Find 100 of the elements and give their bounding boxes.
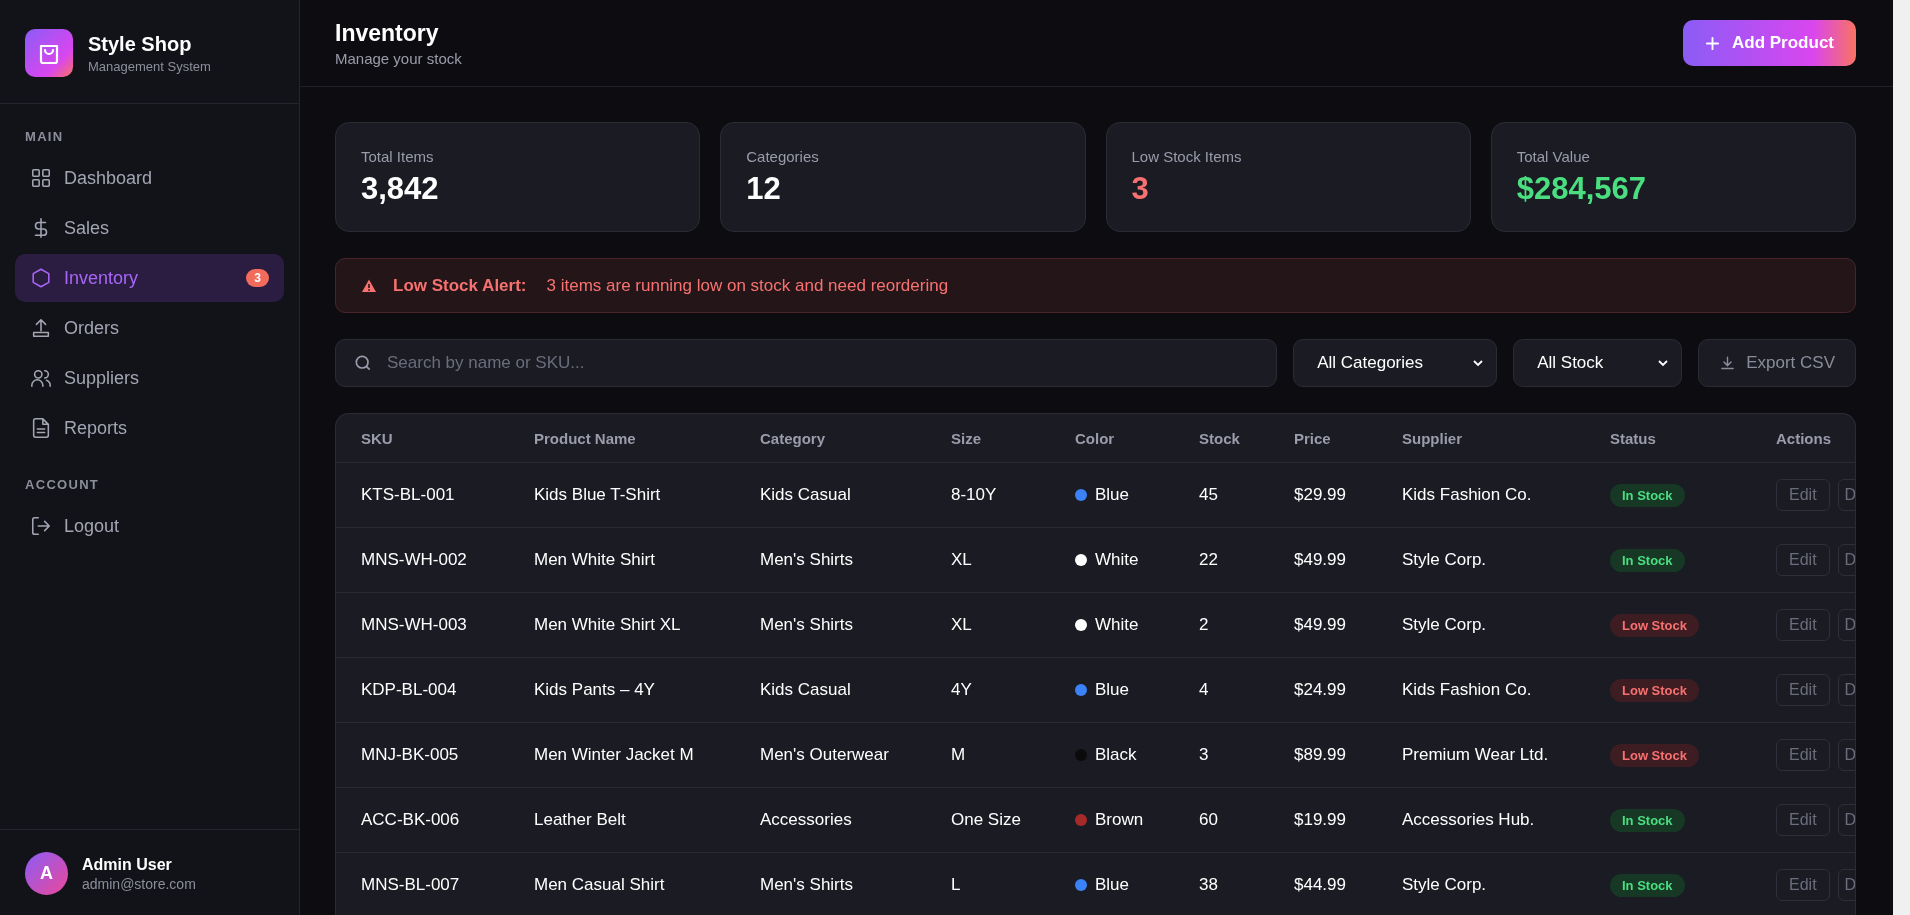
row-action-button[interactable]: D — [1837, 674, 1855, 706]
status-badge: In Stock — [1610, 548, 1685, 572]
user-name: Admin User — [82, 855, 173, 874]
user-email: admin@store.com — [82, 875, 196, 892]
table-cell: XL — [951, 550, 972, 569]
section-heading: MAIN — [24, 128, 65, 146]
table-cell: Men's Shirts — [760, 550, 853, 569]
column-header: Actions — [1776, 429, 1831, 447]
page-subtitle: Manage your stock — [335, 49, 462, 67]
status-badge: Low Stock — [1610, 743, 1699, 767]
edit-button[interactable]: Edit — [1776, 804, 1830, 836]
row-action-button[interactable]: D — [1837, 609, 1855, 641]
table-cell: $49.99 — [1294, 550, 1346, 569]
row-action-button[interactable]: D — [1837, 479, 1855, 511]
search-field[interactable]: Search by name or SKU... — [335, 339, 1278, 387]
table-cell: MNS-BL-007 — [361, 875, 460, 894]
table-cell: 60 — [1199, 810, 1218, 829]
row-action-button[interactable]: D — [1837, 869, 1855, 901]
sidebar-item[interactable]: Sales — [15, 204, 284, 252]
chevron-down-icon — [1472, 357, 1485, 369]
edit-button[interactable]: Edit — [1776, 544, 1830, 576]
row-action-button[interactable]: D — [1837, 804, 1855, 836]
export-csv-button[interactable]: Export CSV — [1698, 339, 1856, 387]
table-cell: One Size — [951, 810, 1021, 829]
row-action-button[interactable]: D — [1837, 544, 1855, 576]
download-icon — [1719, 354, 1737, 372]
table-cell: M — [951, 745, 966, 764]
edit-button[interactable]: Edit — [1776, 739, 1830, 771]
column-header: SKU — [361, 429, 393, 447]
status-badge: In Stock — [1610, 483, 1685, 507]
document-icon — [30, 417, 52, 439]
edit-button[interactable]: Edit — [1776, 479, 1830, 511]
sidebar-item[interactable]: Dashboard — [15, 154, 284, 202]
table-cell: Men Winter Jacket M — [534, 745, 694, 764]
chevron-down-icon — [1657, 357, 1670, 369]
table-cell: Accessories — [760, 810, 852, 829]
table-cell: Men's Shirts — [760, 875, 853, 894]
table-cell: MNS-WH-003 — [361, 615, 467, 634]
column-header: Category — [760, 429, 826, 447]
sidebar-item[interactable]: Orders — [15, 304, 284, 352]
table-cell: Kids Fashion Co. — [1402, 680, 1532, 699]
stock-dropdown[interactable]: All Stock — [1513, 339, 1683, 387]
count-badge: 3 — [246, 269, 269, 287]
category-dropdown[interactable]: All Categories — [1293, 339, 1498, 387]
table-cell: 4 — [1199, 680, 1209, 699]
status-badge: Low Stock — [1610, 678, 1699, 702]
table-cell: Kids Casual — [760, 680, 851, 699]
table-cell: Black — [1095, 744, 1137, 765]
users-icon — [30, 367, 52, 389]
section-heading: ACCOUNT — [24, 476, 101, 494]
table-cell: $89.99 — [1294, 745, 1346, 764]
column-header: Product Name — [534, 429, 636, 447]
sidebar-item[interactable]: Inventory 3 — [15, 254, 284, 302]
add-product-button[interactable]: Add Product — [1683, 20, 1856, 66]
plus-icon — [1705, 35, 1720, 51]
stat-value: 12 — [746, 171, 782, 207]
page-title: Inventory — [335, 19, 440, 47]
stat-label: Categories — [746, 148, 820, 165]
table-cell: Kids Blue T-Shirt — [534, 485, 661, 504]
sidebar-item[interactable]: Reports — [15, 404, 284, 452]
sidebar-item[interactable]: Logout — [15, 502, 284, 550]
table-cell: Blue — [1095, 484, 1130, 505]
table-cell: ACC-BK-006 — [361, 810, 460, 829]
shopping-bag-logo — [25, 29, 73, 77]
table-cell: White — [1095, 614, 1139, 635]
edit-button[interactable]: Edit — [1776, 609, 1830, 641]
edit-button[interactable]: Edit — [1776, 869, 1830, 901]
table-cell: Men White Shirt XL — [534, 615, 681, 634]
column-header: Supplier — [1402, 429, 1462, 447]
table-cell: $19.99 — [1294, 810, 1346, 829]
stat-value: $284,567 — [1516, 171, 1648, 207]
column-header: Stock — [1199, 429, 1240, 447]
table-cell: 3 — [1199, 745, 1209, 764]
table-cell: Accessories Hub. — [1402, 810, 1535, 829]
logout-icon — [30, 515, 52, 537]
alert-title: Low Stock Alert: — [393, 275, 527, 296]
warning-icon — [361, 277, 377, 294]
stat-label: Total Items — [361, 148, 435, 165]
row-action-button[interactable]: D — [1837, 739, 1855, 771]
table-cell: 38 — [1199, 875, 1218, 894]
table-cell: 8-10Y — [951, 485, 997, 504]
edit-button[interactable]: Edit — [1776, 674, 1830, 706]
table-cell: XL — [951, 615, 972, 634]
grid-icon — [30, 167, 52, 189]
table-cell: Leather Belt — [534, 810, 626, 829]
status-badge: Low Stock — [1610, 613, 1699, 637]
status-badge: In Stock — [1610, 873, 1685, 897]
table-cell: KDP-BL-004 — [361, 680, 457, 699]
brand-subtitle: Management System — [88, 58, 211, 74]
table-cell: L — [951, 875, 961, 894]
sidebar-item[interactable]: Suppliers — [15, 354, 284, 402]
table-cell: Blue — [1095, 679, 1130, 700]
table-cell: Style Corp. — [1402, 615, 1487, 634]
table-cell: Kids Fashion Co. — [1402, 485, 1532, 504]
stat-value: 3,842 — [361, 171, 440, 207]
table-cell: Men's Shirts — [760, 615, 853, 634]
column-header: Status — [1610, 429, 1656, 447]
table-cell: $49.99 — [1294, 615, 1346, 634]
table-cell: $24.99 — [1294, 680, 1346, 699]
table-cell: Kids Casual — [760, 485, 851, 504]
